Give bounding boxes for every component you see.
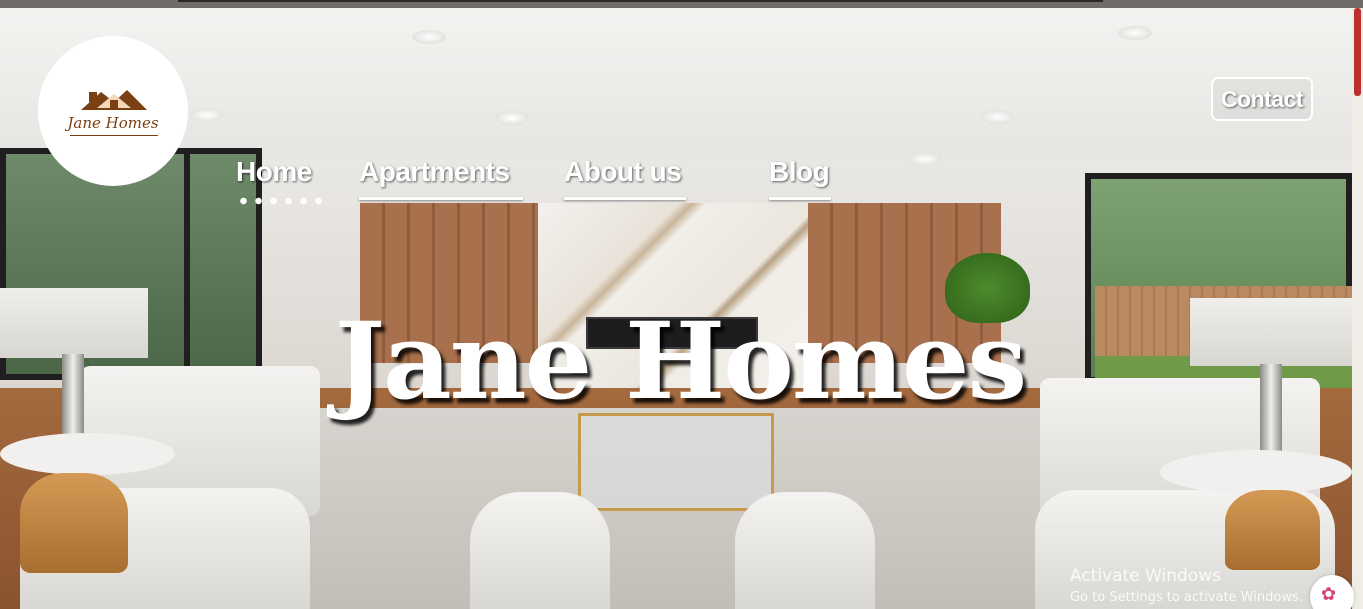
brain-icon: ✿ (1321, 584, 1337, 605)
ceiling-light (412, 30, 446, 44)
nav-about-us[interactable]: About us (564, 156, 682, 188)
nav-home-active-indicator (236, 196, 326, 206)
lamp-stem-left (62, 354, 84, 444)
scrollbar-track[interactable] (1352, 8, 1363, 609)
side-table-right (1160, 450, 1352, 494)
activate-windows-title: Activate Windows (1070, 566, 1221, 586)
side-table-left (0, 433, 175, 475)
armchair-center-right (735, 492, 875, 609)
side-table-base-left (20, 473, 128, 573)
nav-home[interactable]: Home (236, 156, 312, 188)
activate-windows-subtitle: Go to Settings to activate Windows. (1070, 590, 1303, 605)
scrollbar-thumb[interactable] (1354, 8, 1361, 96)
nav-apartments-underline (359, 197, 523, 200)
armchair-center-left (470, 492, 610, 609)
coffee-table (578, 413, 774, 511)
house-roof-icon (81, 90, 147, 110)
lamp-left (0, 288, 148, 358)
ceiling-light (980, 110, 1014, 124)
logo-underline (70, 135, 158, 136)
ceiling-light (908, 152, 942, 166)
lamp-stem-right (1260, 364, 1282, 464)
hero-title: Jane Homes (334, 298, 1027, 423)
ceiling-light (495, 111, 529, 125)
contact-button[interactable]: Contact (1211, 77, 1313, 121)
lamp-right (1190, 298, 1352, 366)
nav-about-us-underline (564, 197, 686, 200)
browser-top-strip (0, 0, 1363, 8)
ceiling-light (190, 108, 224, 122)
nav-blog-underline (769, 197, 831, 200)
nav-blog[interactable]: Blog (769, 156, 830, 188)
nav-apartments[interactable]: Apartments (359, 156, 510, 188)
side-table-base-right (1225, 490, 1320, 570)
ceiling-light (1118, 26, 1152, 40)
logo-text: Jane Homes (67, 114, 159, 132)
browser-top-edge (178, 0, 1103, 2)
